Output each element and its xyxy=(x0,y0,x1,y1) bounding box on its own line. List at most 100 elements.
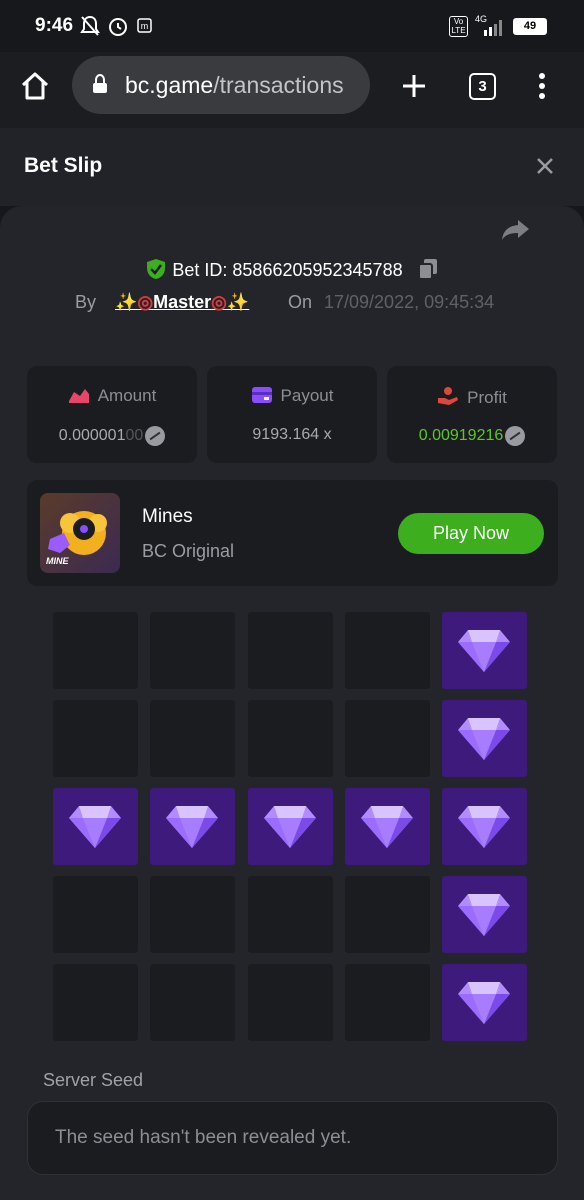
amount-value: 0.000001 xyxy=(58,427,126,445)
gem-icon xyxy=(458,630,511,672)
hidden-tile xyxy=(53,964,138,1041)
sparkle-icon: ✨ xyxy=(226,292,250,312)
gem-icon xyxy=(458,894,511,936)
server-seed-value: The seed hasn't been revealed yet. xyxy=(55,1127,352,1148)
gem-icon xyxy=(360,806,413,848)
gem-icon xyxy=(458,982,511,1024)
gem-tile xyxy=(442,964,528,1041)
profit-label-row: Profit xyxy=(387,386,557,408)
app-notification-icon: m xyxy=(137,18,152,33)
bet-details-panel: Bet ID: 85866205952345788 By ✨◎Master◎✨ … xyxy=(0,206,584,1200)
url-text[interactable]: bc.game/transactions xyxy=(125,72,344,99)
mines-game-thumbnail[interactable]: MINE xyxy=(40,493,120,573)
tab-switcher-button[interactable]: 3 xyxy=(469,73,496,100)
alarm-icon xyxy=(109,18,127,36)
bet-slip-header: Bet Slip xyxy=(0,128,584,206)
browser-toolbar: bc.game/transactions 3 xyxy=(0,52,584,128)
hidden-tile xyxy=(53,876,138,953)
on-label: On xyxy=(288,292,313,312)
bet-id-row: Bet ID: 85866205952345788 xyxy=(0,258,584,281)
hidden-tile xyxy=(150,964,236,1041)
gem-tile xyxy=(442,876,528,953)
gem-icon xyxy=(263,806,316,848)
hidden-tile xyxy=(53,700,138,777)
battery-level: 49 xyxy=(523,20,537,32)
hidden-tile xyxy=(53,612,138,689)
profit-value: 0.00919216 xyxy=(418,427,504,445)
profit-label: Profit xyxy=(467,388,507,407)
hidden-tile xyxy=(150,700,236,777)
verified-shield-icon xyxy=(147,259,166,279)
game-card: MINE Mines BC Original Play Now xyxy=(27,480,558,586)
gem-icon xyxy=(166,806,219,848)
hidden-tile xyxy=(150,612,236,689)
hidden-tile xyxy=(150,876,236,953)
sparkle-icon: ✨ xyxy=(115,292,138,312)
amount-value-row: 0.00000100 xyxy=(27,426,197,446)
profit-value-row: 0.00919216 xyxy=(387,426,557,446)
lock-icon[interactable] xyxy=(92,74,108,94)
hidden-tile xyxy=(344,612,430,689)
status-time: 9:46 xyxy=(35,15,74,36)
battery-icon: 49 xyxy=(513,18,547,35)
svg-text:m: m xyxy=(141,21,149,31)
home-icon[interactable] xyxy=(19,70,51,102)
payout-value: 9193.164 x xyxy=(252,426,332,443)
url-domain: bc.game xyxy=(125,72,214,98)
copy-icon[interactable] xyxy=(417,258,438,280)
profit-card: Profit 0.00919216 xyxy=(387,366,557,463)
bet-datetime: 17/09/2022, 09:45:34 xyxy=(324,292,495,312)
menu-dots-icon[interactable] xyxy=(537,72,547,100)
gem-tile xyxy=(344,788,430,865)
amount-coins-icon xyxy=(68,389,89,403)
gem-tile xyxy=(442,612,528,689)
notifications-off-icon xyxy=(80,15,100,36)
amount-label-row: Amount xyxy=(27,386,197,406)
bet-id: Bet ID: 85866205952345788 xyxy=(172,260,403,280)
amount-label: Amount xyxy=(97,386,157,405)
server-seed-label: Server Seed xyxy=(43,1070,144,1090)
hidden-tile xyxy=(247,700,333,777)
payout-label: Payout xyxy=(280,386,334,405)
play-now-button[interactable]: Play Now xyxy=(398,513,544,554)
gem-tile xyxy=(442,788,528,865)
new-tab-icon[interactable] xyxy=(401,73,427,99)
volte-icon: Vo LTE xyxy=(449,16,468,37)
url-path: /transactions xyxy=(213,72,344,98)
share-icon[interactable] xyxy=(501,219,530,241)
hidden-tile xyxy=(247,964,333,1041)
coin-icon xyxy=(505,426,526,446)
payout-card: Payout 9193.164 x xyxy=(207,366,377,463)
profit-hand-icon xyxy=(438,387,459,405)
signal-icon xyxy=(484,20,502,36)
server-seed-field[interactable]: The seed hasn't been revealed yet. xyxy=(27,1101,558,1175)
username: Master xyxy=(153,292,212,312)
amount-value-faded: 00 xyxy=(125,427,144,445)
by-label: By xyxy=(75,292,97,312)
close-icon[interactable] xyxy=(536,157,554,175)
thumbnail-label: MINE xyxy=(46,556,69,566)
hidden-tile xyxy=(344,700,430,777)
target-icon: ◎ xyxy=(137,292,154,312)
hidden-tile xyxy=(247,612,333,689)
hidden-tile xyxy=(247,876,333,953)
user-link[interactable]: ✨◎Master◎✨ xyxy=(115,292,249,313)
card-icon xyxy=(251,387,272,403)
gem-tile xyxy=(442,700,528,777)
hidden-tile xyxy=(344,876,430,953)
gem-tile xyxy=(150,788,236,865)
gem-tile xyxy=(53,788,138,865)
gem-icon xyxy=(69,806,121,848)
amount-card: Amount 0.00000100 xyxy=(27,366,197,463)
payout-label-row: Payout xyxy=(207,386,377,406)
status-bar: 9:46 m Vo LTE 4G 49 xyxy=(0,0,584,52)
gem-icon xyxy=(458,806,511,848)
game-name: Mines xyxy=(142,506,193,527)
page-title: Bet Slip xyxy=(24,154,103,177)
coin-icon xyxy=(145,426,166,446)
tab-count: 3 xyxy=(478,78,487,95)
game-subtitle: BC Original xyxy=(142,541,235,561)
address-bar[interactable]: bc.game/transactions xyxy=(72,56,370,114)
target-icon: ◎ xyxy=(211,292,227,312)
hidden-tile xyxy=(344,964,430,1041)
